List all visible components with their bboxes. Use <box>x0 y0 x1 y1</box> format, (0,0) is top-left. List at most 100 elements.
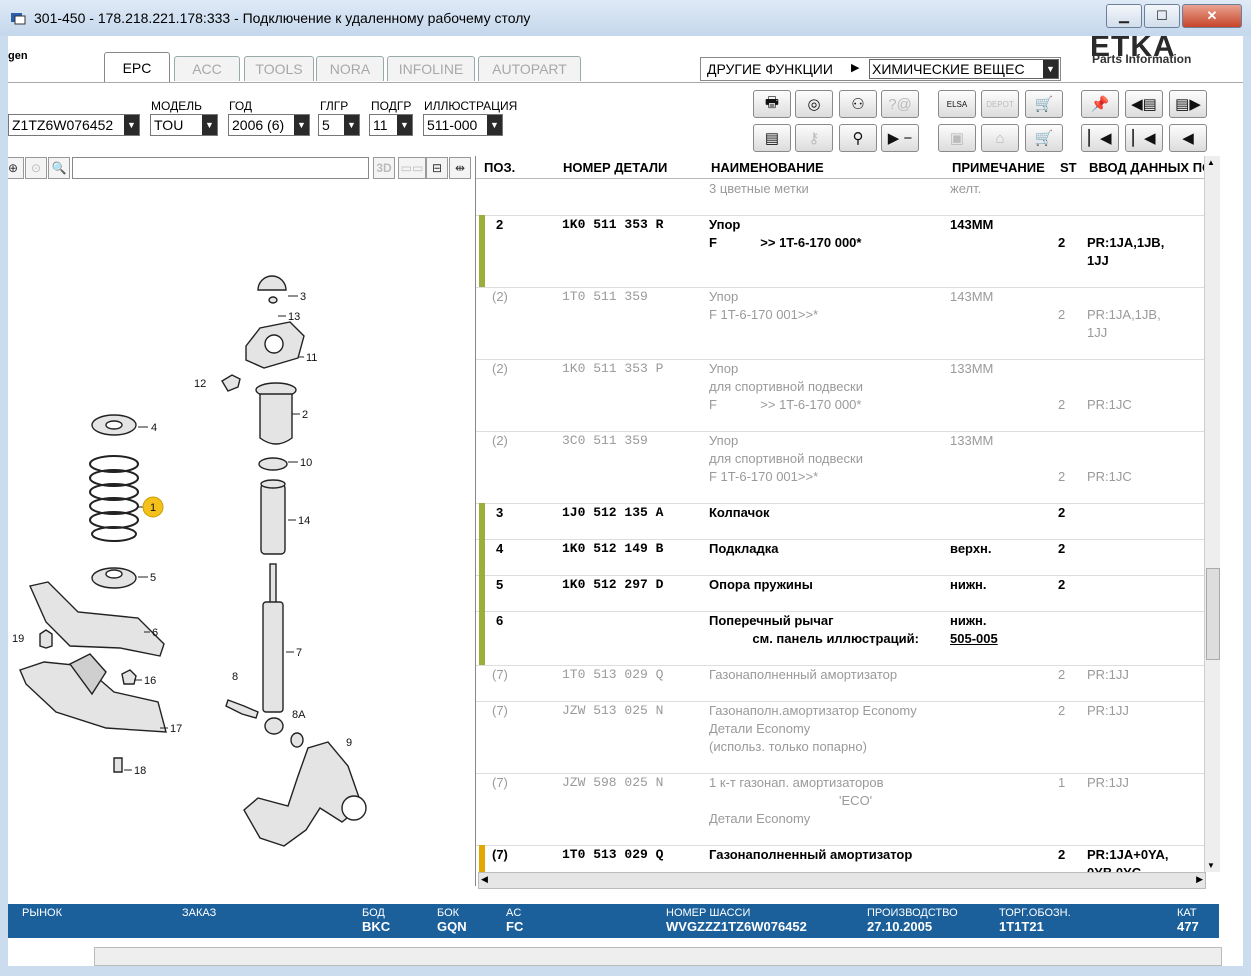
zoom-reset-icon[interactable]: ⊙ <box>25 157 47 179</box>
chevron-down-icon[interactable]: ▼ <box>294 115 309 135</box>
next-page-icon[interactable]: ▤▶ <box>1169 90 1207 118</box>
main-group-select[interactable]: 5 ▼ <box>318 114 360 136</box>
cell-part-number: JZW 598 025 N <box>562 775 664 790</box>
cell-st: 2 <box>1058 505 1066 520</box>
table-row[interactable]: (2) 1K0 511 353 P Упор для спортивной подве… <box>476 359 1204 432</box>
table-row[interactable]: (7) JZW 513 025 N Газонаполн.амортизатор E… <box>476 701 1204 774</box>
layout-icon[interactable]: ⊟ <box>426 157 448 179</box>
cell-name: Детали Economy <box>709 721 811 736</box>
scroll-up-icon[interactable]: ▲ <box>1207 158 1215 167</box>
callout-8: 8 <box>232 671 238 683</box>
illustration-search-input[interactable] <box>72 157 369 179</box>
table-row[interactable]: 2 1K0 511 353 R Упор F >> 1T-6-170 000* 143M… <box>476 215 1204 288</box>
cell-name: Упор <box>709 433 739 448</box>
other-functions: ДРУГИЕ ФУНКЦИИ ▶ ХИМИЧЕСКИЕ ВЕЩЕС ▼ <box>700 57 1061 81</box>
window-frame: 301-450 - 178.218.221.178:333 - Подключе… <box>0 0 1251 976</box>
table-row[interactable]: (2) 1T0 511 359 Упор F 1T-6-170 001>>* 143MM… <box>476 287 1204 360</box>
tab-tools[interactable]: TOOLS <box>244 56 314 81</box>
tab-epc[interactable]: EPC <box>104 52 170 83</box>
close-button[interactable]: ✕ <box>1182 4 1242 28</box>
scroll-right-icon[interactable]: ▶ <box>1196 874 1203 885</box>
search-icon[interactable]: 🔍 <box>48 157 70 179</box>
cell-st: 2 <box>1058 235 1066 250</box>
model-select[interactable]: TOU ▼ <box>150 114 218 136</box>
scroll-down-icon[interactable]: ▼ <box>1207 861 1215 870</box>
play-minus-icon[interactable]: ▶ − <box>881 124 919 152</box>
table-row[interactable]: 6 Поперечный рычаг см. панель иллюстраций… <box>476 611 1204 666</box>
tab-autopart[interactable]: AUTOPART <box>478 56 581 81</box>
other-functions-select[interactable]: ХИМИЧЕСКИЕ ВЕЩЕС ▼ <box>869 59 1059 79</box>
thumbnails-icon[interactable]: ▭▭ <box>398 157 426 179</box>
status-bar: РЫНОК ЗАКАЗ БОД BKC БОК GQN AC FC НОМЕР … <box>8 904 1219 938</box>
col-name[interactable]: НАИМЕНОВАНИЕ <box>711 160 824 175</box>
tab-divider <box>8 82 1243 83</box>
house-icon[interactable]: ⌂ <box>981 124 1019 152</box>
table-row[interactable]: 3 цветные метки желт. <box>476 179 1204 216</box>
parts-table: ПОЗ. НОМЕР ДЕТАЛИ НАИМЕНОВАНИЕ ПРИМЕЧАНИ… <box>475 156 1219 886</box>
back-icon[interactable]: ◀ <box>1169 124 1207 152</box>
col-st[interactable]: ST <box>1060 160 1077 175</box>
bok-value: GQN <box>437 919 467 934</box>
table-row[interactable]: (7) 1T0 513 029 Q Газонаполненный амортиза… <box>476 665 1204 702</box>
pin-icon[interactable]: 📌 <box>1081 90 1119 118</box>
split-icon[interactable]: ⇹ <box>449 157 471 179</box>
table-row[interactable]: (7) JZW 598 025 N 1 к-т газонап. амортизат… <box>476 773 1204 846</box>
chevron-down-icon[interactable]: ▼ <box>487 115 502 135</box>
search-help-icon[interactable]: ?@ <box>881 90 919 118</box>
cell-name: для спортивной подвески <box>709 451 863 466</box>
print-icon[interactable]: 🖶 <box>753 90 791 118</box>
sub-group-select[interactable]: 11 ▼ <box>369 114 413 136</box>
binoculars-icon[interactable]: ⚇ <box>839 90 877 118</box>
vin-select[interactable]: Z1TZ6W076452 ▼ <box>8 114 140 136</box>
cart-add-icon[interactable]: 🛒 <box>1025 90 1063 118</box>
cell-input: PR:1JJ <box>1087 703 1129 718</box>
horizontal-scrollbar[interactable]: ◀ ▶ <box>478 872 1206 889</box>
maximize-button[interactable]: ☐ <box>1144 4 1180 28</box>
vehicle-icon[interactable]: ⚲ <box>839 124 877 152</box>
illustration-link[interactable]: 505-005 <box>950 631 998 646</box>
minimize-button[interactable]: ▁ <box>1106 4 1142 28</box>
cell-name: Подкладка <box>709 541 779 556</box>
col-part-number[interactable]: НОМЕР ДЕТАЛИ <box>563 160 667 175</box>
catalog-label: КАТ <box>1177 907 1197 919</box>
table-row[interactable]: 4 1K0 512 149 B Подкладка верхн. 2 <box>476 539 1204 576</box>
chevron-down-icon[interactable]: ▼ <box>344 115 359 135</box>
table-row[interactable]: (2) 3C0 511 359 Упор для спортивной подвеск… <box>476 431 1204 504</box>
window-horizontal-scrollbar[interactable] <box>94 947 1222 966</box>
table-row[interactable]: 3 1J0 512 135 A Колпачок 2 <box>476 503 1204 540</box>
key-icon[interactable]: ⚷ <box>795 124 833 152</box>
table-row[interactable]: 5 1K0 512 297 D Опора пружины нижн. 2 <box>476 575 1204 612</box>
table-header: ПОЗ. НОМЕР ДЕТАЛИ НАИМЕНОВАНИЕ ПРИМЕЧАНИ… <box>476 156 1219 179</box>
scroll-left-icon[interactable]: ◀ <box>481 874 488 885</box>
illustration-select[interactable]: 511-000 ▼ <box>423 114 503 136</box>
callout-12: 12 <box>194 378 206 390</box>
vertical-scrollbar[interactable]: ▲ ▼ <box>1204 156 1220 872</box>
chevron-down-icon[interactable]: ▼ <box>397 115 412 135</box>
cell-name: Опора пружины <box>709 577 813 592</box>
callout-10: 10 <box>300 457 312 469</box>
chevron-down-icon[interactable]: ▼ <box>1043 60 1058 78</box>
disk-icon[interactable]: ◎ <box>795 90 833 118</box>
exploded-diagram[interactable]: 3 13 11 12 2 4 10 1 14 5 6 19 16 7 17 8 … <box>8 182 470 902</box>
elsa-icon[interactable]: ELSA <box>938 90 976 118</box>
elsa-alt-icon[interactable]: ▣ <box>938 124 976 152</box>
sub-group-label: ПОДГР <box>371 99 412 113</box>
first-icon[interactable]: ▏◀ <box>1081 124 1119 152</box>
zoom-in-icon[interactable]: ⊕ <box>8 157 24 179</box>
col-note[interactable]: ПРИМЕЧАНИЕ <box>952 160 1045 175</box>
tab-acc[interactable]: ACC <box>174 56 240 81</box>
tab-nora[interactable]: NORA <box>316 56 384 81</box>
cart-icon[interactable]: 🛒 <box>1025 124 1063 152</box>
three-d-button[interactable]: 3D <box>373 157 395 179</box>
scroll-thumb[interactable] <box>1206 568 1220 660</box>
chevron-down-icon[interactable]: ▼ <box>202 115 217 135</box>
prev-page-icon[interactable]: ◀▤ <box>1125 90 1163 118</box>
chevron-down-icon[interactable]: ▼ <box>124 115 139 135</box>
year-select[interactable]: 2006 (6) ▼ <box>228 114 310 136</box>
col-input[interactable]: ВВОД ДАННЫХ ПО <box>1089 160 1212 175</box>
depot-icon[interactable]: DEPOT <box>981 90 1019 118</box>
previous-icon[interactable]: ▏◀ <box>1125 124 1163 152</box>
list-icon[interactable]: ▤ <box>753 124 791 152</box>
col-pos[interactable]: ПОЗ. <box>484 160 515 175</box>
tab-infoline[interactable]: INFOLINE <box>387 56 475 81</box>
